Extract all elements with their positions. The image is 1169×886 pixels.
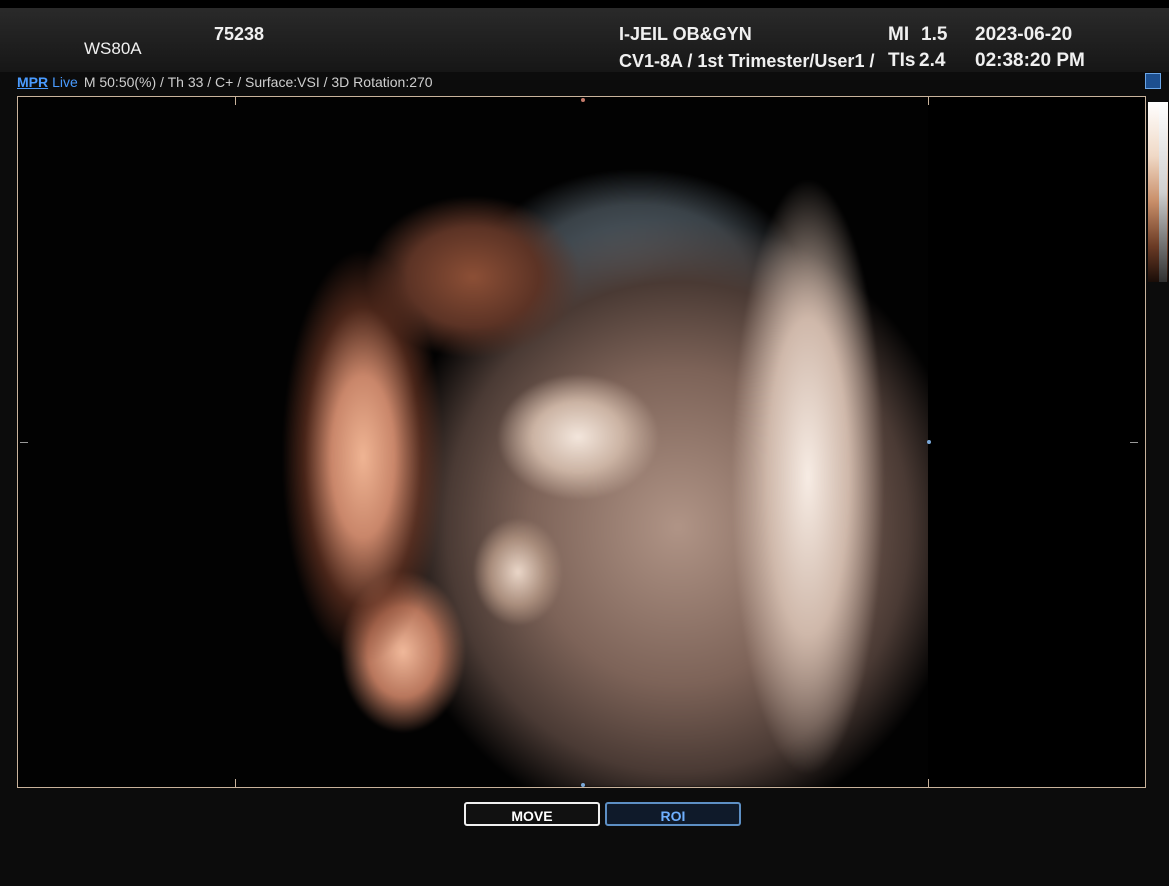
tis-label: TIs bbox=[888, 50, 916, 71]
live-label: Live bbox=[52, 74, 78, 90]
exam-time: 02:38:20 PM bbox=[975, 50, 1085, 71]
mpr-link[interactable]: MPR bbox=[17, 74, 48, 90]
viewport-dark-area bbox=[928, 97, 1145, 787]
top-edge bbox=[0, 0, 1169, 8]
grayscale-colormap-bar bbox=[1148, 102, 1168, 282]
exam-date: 2023-06-20 bbox=[975, 24, 1073, 45]
roi-corner-bottom-right bbox=[928, 779, 929, 787]
probe-preset: CV1-8A / 1st Trimester/User1 / bbox=[619, 51, 875, 71]
axis-tick-right bbox=[1130, 442, 1138, 443]
move-button[interactable]: MOVE bbox=[464, 802, 600, 826]
roi-handle-top[interactable] bbox=[581, 98, 585, 102]
header-bar: WS80A 75238 I-JEIL OB&GYN CV1-8A / 1st T… bbox=[0, 8, 1169, 72]
mi-label: MI bbox=[888, 24, 910, 45]
roi-corner-top-right bbox=[928, 97, 929, 105]
roi-corner-top-left bbox=[235, 97, 236, 105]
mi-value: 1.5 bbox=[921, 24, 948, 45]
hospital-name: I-JEIL OB&GYN bbox=[619, 24, 752, 44]
imaging-parameters: M 50:50(%) / Th 33 / C+ / Surface:VSI / … bbox=[83, 74, 433, 90]
roi-handle-right[interactable] bbox=[927, 440, 931, 444]
save-icon[interactable] bbox=[1145, 73, 1161, 89]
axis-tick-left bbox=[20, 442, 28, 443]
roi-button[interactable]: ROI bbox=[605, 802, 741, 826]
ultrasound-3d-viewport[interactable] bbox=[17, 96, 1146, 788]
patient-id: 75238 bbox=[214, 24, 265, 44]
roi-handle-bottom[interactable] bbox=[581, 783, 585, 787]
tis-value: 2.4 bbox=[919, 50, 946, 71]
roi-corner-bottom-left bbox=[235, 779, 236, 787]
imaging-info-bar: MPR Live M 50:50(%) / Th 33 / C+ / Surface… bbox=[17, 74, 433, 90]
device-model: WS80A bbox=[84, 39, 142, 58]
